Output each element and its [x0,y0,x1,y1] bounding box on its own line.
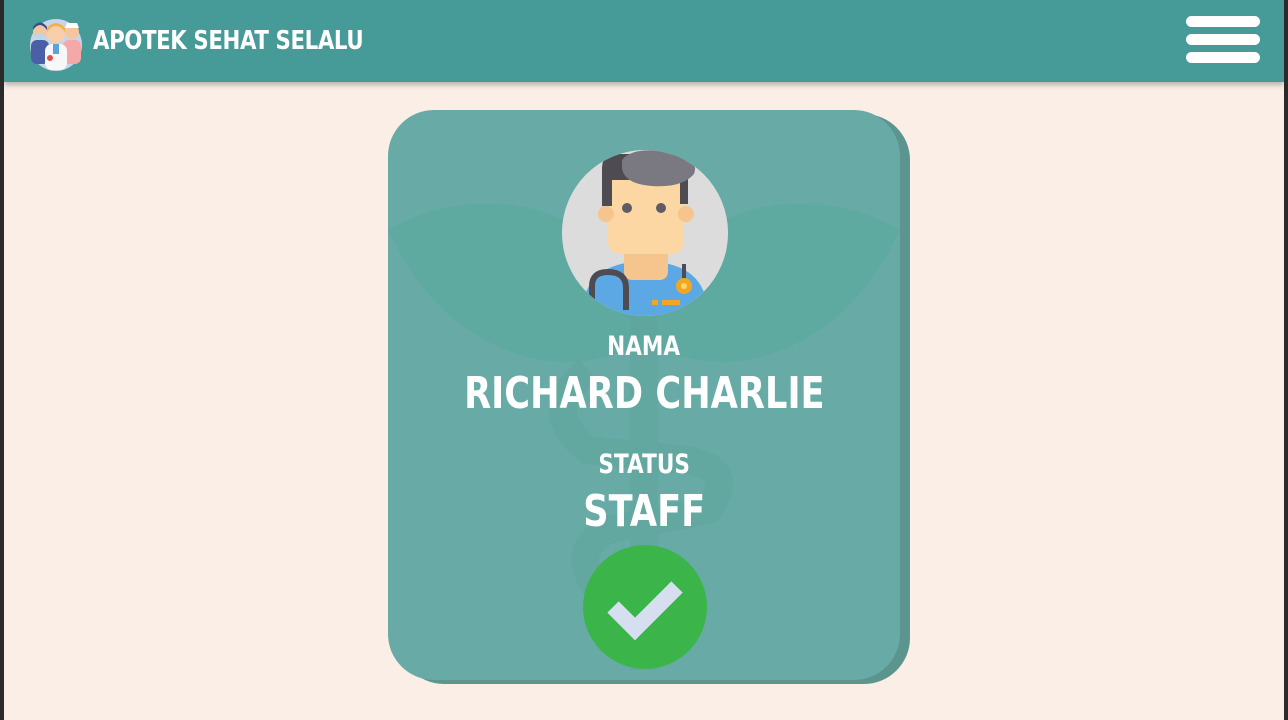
profile-card: NAMA RICHARD CHARLIE STATUS STAFF [388,110,900,680]
status-label: STATUS [598,449,690,480]
user-status: STAFF [583,486,705,537]
app-frame: APOTEK SEHAT SELALU NAMA RICHARD CHARLIE… [4,0,1284,720]
name-label: NAMA [607,331,681,362]
medical-team-icon [30,19,82,71]
app-title: APOTEK SEHAT SELALU [93,26,364,56]
navbar: APOTEK SEHAT SELALU [4,0,1284,82]
hamburger-menu-icon[interactable] [1186,16,1260,64]
check-circle-icon [583,545,707,669]
user-name: RICHARD CHARLIE [463,368,825,419]
doctor-avatar-icon [562,150,728,316]
